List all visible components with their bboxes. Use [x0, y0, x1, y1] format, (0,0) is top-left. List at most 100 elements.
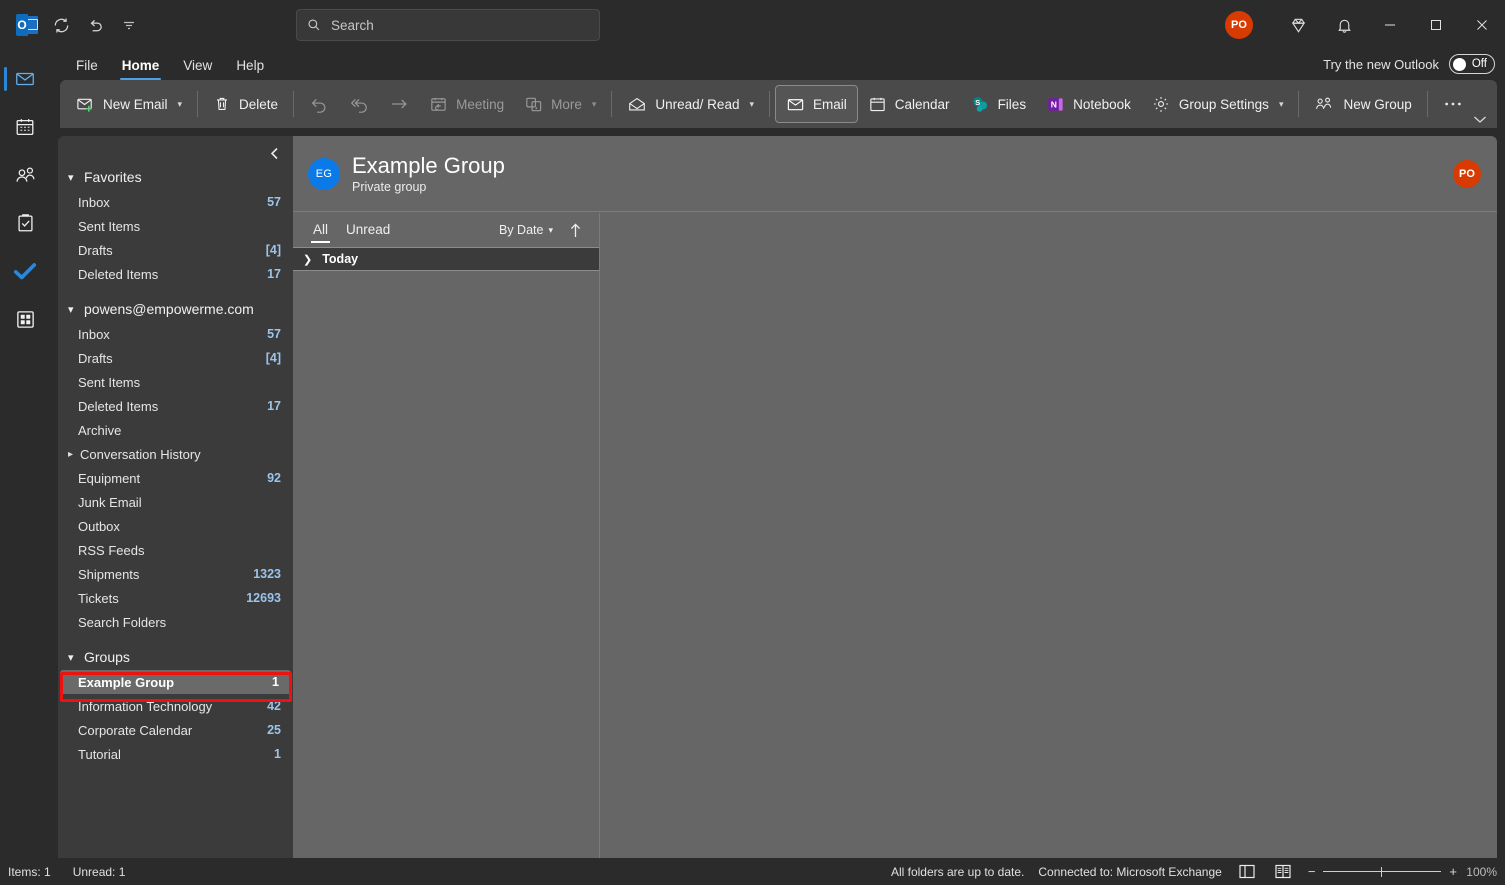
folder-item-rss-feeds[interactable]: RSS Feeds: [58, 538, 293, 562]
sort-by-dropdown[interactable]: By Date ▾: [499, 223, 553, 237]
email-icon: [786, 95, 805, 114]
folder-label: Deleted Items: [78, 266, 159, 282]
folder-label: Example Group: [78, 674, 175, 690]
folder-item-tutorial[interactable]: Tutorial 1: [58, 742, 293, 766]
ribbon-separator: [611, 91, 613, 117]
try-new-outlook-toggle[interactable]: Off: [1449, 54, 1495, 74]
rail-item-tasks[interactable]: [3, 200, 47, 246]
new-group-button[interactable]: New Group: [1304, 85, 1421, 123]
zoom-control: − + 100%: [1308, 864, 1497, 879]
sort-direction-button[interactable]: [570, 222, 581, 238]
files-button[interactable]: S Files: [960, 85, 1037, 123]
menu-item-home[interactable]: Home: [112, 55, 170, 80]
group-member-avatar[interactable]: PO: [1453, 160, 1481, 188]
zoom-in-button[interactable]: +: [1449, 864, 1457, 879]
notebook-button[interactable]: N Notebook: [1036, 85, 1141, 123]
reading-view-button[interactable]: [1272, 862, 1294, 882]
forward-button[interactable]: [379, 85, 419, 123]
folder-item-favorites-inbox[interactable]: Inbox 57: [58, 190, 293, 214]
status-sync-message: All folders are up to date.: [890, 864, 1025, 879]
zoom-slider[interactable]: [1323, 865, 1442, 879]
folder-item-drafts[interactable]: Drafts [4]: [58, 346, 293, 370]
unread-read-button[interactable]: Unread/ Read ▾: [617, 85, 764, 123]
folder-count: 17: [267, 399, 281, 413]
rail-item-todo[interactable]: [3, 248, 47, 294]
sync-icon[interactable]: [44, 8, 78, 42]
folder-label: Drafts: [78, 350, 113, 366]
rail-item-people[interactable]: [3, 152, 47, 198]
calendar-view-button[interactable]: Calendar: [858, 85, 960, 123]
folder-label: Search Folders: [78, 614, 167, 630]
reading-view-icon: [1275, 864, 1291, 879]
folder-item-sent-items[interactable]: Sent Items: [58, 370, 293, 394]
folder-item-search-folders[interactable]: Search Folders: [58, 610, 293, 634]
search-box[interactable]: [296, 9, 600, 41]
more-windows-icon: [524, 95, 543, 114]
normal-view-button[interactable]: [1236, 862, 1258, 882]
rail-item-mail[interactable]: [3, 56, 47, 102]
close-button[interactable]: [1459, 0, 1505, 50]
collapse-folder-pane-button[interactable]: [263, 142, 285, 164]
ribbon-separator: [197, 91, 199, 117]
calendar-icon: [868, 95, 887, 114]
folder-section-label: powens@empowerme.com: [84, 301, 254, 317]
folder-section-groups[interactable]: ▾ Groups: [58, 644, 293, 670]
minimize-button[interactable]: [1367, 0, 1413, 50]
new-email-button[interactable]: New Email ▾: [66, 85, 192, 123]
outlook-logo-icon[interactable]: O: [10, 8, 44, 42]
folder-label: Information Technology: [78, 698, 213, 714]
group-settings-button[interactable]: Group Settings ▾: [1141, 85, 1294, 123]
reply-all-button[interactable]: [339, 85, 379, 123]
folder-item-equipment[interactable]: Equipment 92: [58, 466, 293, 490]
folder-label: Outbox: [78, 518, 120, 534]
folder-item-conversation-history[interactable]: ▸ Conversation History: [58, 442, 293, 466]
undo-icon[interactable]: [78, 8, 112, 42]
folder-item-corporate-calendar[interactable]: Corporate Calendar 25: [58, 718, 293, 742]
rail-item-apps[interactable]: [3, 296, 47, 342]
message-group-today[interactable]: ❯ Today: [293, 247, 599, 271]
folder-item-junk-email[interactable]: Junk Email: [58, 490, 293, 514]
notifications-bell-icon[interactable]: [1321, 0, 1367, 50]
folder-item-information-technology[interactable]: Information Technology 42: [58, 694, 293, 718]
ribbon-expand-button[interactable]: [1473, 115, 1487, 124]
menu-item-help[interactable]: Help: [226, 55, 274, 76]
folder-item-deleted-items[interactable]: Deleted Items 17: [58, 394, 293, 418]
menu-item-view[interactable]: View: [173, 55, 222, 76]
folder-section-favorites[interactable]: ▾ Favorites: [58, 164, 293, 190]
maximize-button[interactable]: [1413, 0, 1459, 50]
folder-item-shipments[interactable]: Shipments 1323: [58, 562, 293, 586]
sharepoint-files-icon: S: [970, 94, 990, 114]
folder-item-example-group[interactable]: Example Group 1: [60, 670, 291, 694]
email-view-button[interactable]: Email: [775, 85, 858, 123]
folder-item-favorites-drafts[interactable]: Drafts [4]: [58, 238, 293, 262]
folder-item-tickets[interactable]: Tickets 12693: [58, 586, 293, 610]
outlook-window: O Search PO File Home View Help Try the …: [0, 0, 1505, 885]
tab-all[interactable]: All: [310, 218, 331, 243]
svg-text:S: S: [975, 98, 980, 107]
zoom-out-button[interactable]: −: [1308, 864, 1316, 879]
reply-button[interactable]: [299, 85, 339, 123]
status-bar: Items: 1 Unread: 1 All folders are up to…: [0, 858, 1505, 885]
diamond-premium-icon[interactable]: [1275, 0, 1321, 50]
delete-button[interactable]: Delete: [203, 85, 288, 123]
folder-item-favorites-deleted-items[interactable]: Deleted Items 17: [58, 262, 293, 286]
tab-unread[interactable]: Unread: [346, 218, 390, 243]
more-button[interactable]: More ▾: [514, 85, 606, 123]
customize-qat-icon[interactable]: [112, 8, 146, 42]
folder-item-archive[interactable]: Archive: [58, 418, 293, 442]
folder-section-account[interactable]: ▾ powens@empowerme.com: [58, 296, 293, 322]
folder-item-inbox[interactable]: Inbox 57: [58, 322, 293, 346]
folder-pane: ▾ Favorites Inbox 57 Sent Items Drafts […: [58, 136, 293, 858]
chevron-down-icon: ▾: [591, 98, 597, 109]
folder-item-outbox[interactable]: Outbox: [58, 514, 293, 538]
message-group-label: Today: [322, 252, 359, 266]
ribbon-overflow-button[interactable]: [1433, 85, 1473, 123]
trash-icon: [213, 95, 231, 113]
meeting-button[interactable]: Meeting: [419, 85, 514, 123]
menu-item-file[interactable]: File: [66, 55, 108, 76]
folder-item-favorites-sent-items[interactable]: Sent Items: [58, 214, 293, 238]
search-input[interactable]: [331, 17, 571, 33]
account-avatar[interactable]: PO: [1225, 11, 1253, 39]
overflow-ellipsis-icon: [1443, 100, 1463, 108]
rail-item-calendar[interactable]: [3, 104, 47, 150]
